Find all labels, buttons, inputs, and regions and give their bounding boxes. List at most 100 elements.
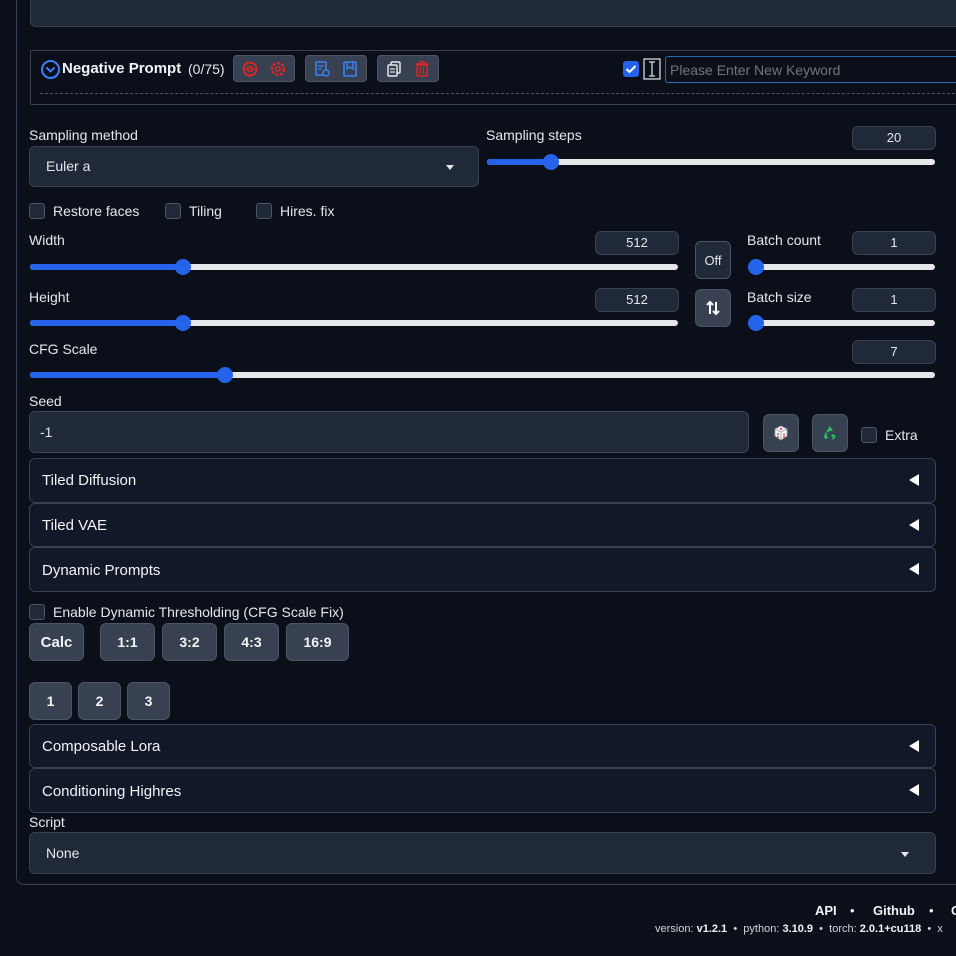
keyword-input[interactable] [665, 56, 956, 83]
width-slider[interactable] [30, 259, 678, 275]
footer-separator: • [819, 923, 824, 935]
chevron-down-icon [446, 165, 454, 170]
accordion-title: Dynamic Prompts [42, 562, 161, 579]
cfg-scale-number[interactable]: 7 [852, 340, 936, 364]
python-value: 3.10.9 [782, 923, 814, 935]
slider-thumb[interactable] [175, 315, 191, 331]
height-slider[interactable] [30, 315, 678, 331]
batch-count-slider[interactable] [748, 259, 935, 275]
footer-separator: • [850, 903, 855, 918]
document-settings-icon[interactable] [310, 58, 334, 80]
keyword-enable-checkbox[interactable] [623, 61, 639, 77]
prompt-button-group-clipboard [377, 55, 439, 82]
reuse-seed-button[interactable] [812, 414, 848, 452]
accordion-title: Tiled Diffusion [42, 472, 137, 489]
composable-lora-accordion[interactable]: Composable Lora [29, 724, 936, 768]
dynamic-thresholding-label: Enable Dynamic Thresholding (CFG Scale F… [53, 604, 344, 620]
settings-gear-icon[interactable] [266, 58, 290, 80]
tiling-label: Tiling [189, 203, 222, 219]
collapse-chevron-icon[interactable] [41, 60, 60, 79]
version-info: version: v1.2.1 • python: 3.10.9 • torch… [655, 923, 943, 935]
dice-icon [774, 425, 788, 441]
footer-link-api[interactable]: API [815, 903, 837, 918]
width-number[interactable]: 512 [595, 231, 679, 255]
footer-separator: • [929, 903, 934, 918]
script-value: None [46, 845, 80, 861]
calc-button[interactable]: Calc [29, 623, 84, 661]
conditioning-highres-accordion[interactable]: Conditioning Highres [29, 768, 936, 813]
token-counter: (0/75) [188, 61, 225, 77]
footer-link-github[interactable]: Github [873, 903, 915, 918]
footer-link-truncated[interactable]: G [951, 903, 956, 918]
footer-separator: • [927, 923, 932, 935]
script-select[interactable]: None [29, 832, 936, 874]
seed-input[interactable]: -1 [29, 411, 749, 453]
slider-thumb[interactable] [748, 259, 764, 275]
cfg-scale-slider[interactable] [30, 367, 935, 383]
dynamic-thresholding-checkbox[interactable] [29, 604, 45, 620]
sampling-steps-label: Sampling steps [486, 127, 582, 143]
accordion-title: Conditioning Highres [42, 783, 182, 800]
batch-size-number[interactable]: 1 [852, 288, 936, 312]
collapse-triangle-icon [909, 474, 919, 486]
prompt-button-group-blue [305, 55, 367, 82]
negative-prompt-divider [40, 93, 956, 94]
slider-thumb[interactable] [543, 154, 559, 170]
footer-trailing-text: x [937, 923, 943, 935]
collapse-triangle-icon [909, 740, 919, 752]
preset-1-button[interactable]: 1 [29, 682, 72, 720]
aspect-lock-button[interactable]: Off [695, 241, 731, 279]
sampling-method-value: Euler a [46, 158, 91, 174]
ratio-3-2-button[interactable]: 3:2 [162, 623, 217, 661]
width-label: Width [29, 232, 65, 248]
python-label: python: [743, 923, 780, 935]
restore-faces-checkbox[interactable] [29, 203, 45, 219]
ratio-4-3-button[interactable]: 4:3 [224, 623, 279, 661]
seed-value: -1 [40, 424, 53, 440]
ratio-1-1-button[interactable]: 1:1 [100, 623, 155, 661]
recycle-icon [824, 426, 836, 440]
gear-icon[interactable] [238, 58, 262, 80]
slider-thumb[interactable] [748, 315, 764, 331]
hires-fix-checkbox[interactable] [256, 203, 272, 219]
sampling-steps-number[interactable]: 20 [852, 126, 936, 150]
preset-3-button[interactable]: 3 [127, 682, 170, 720]
random-seed-button[interactable] [763, 414, 799, 452]
collapse-triangle-icon [909, 563, 919, 575]
prompt-button-group-red [233, 55, 295, 82]
extra-seed-checkbox[interactable] [861, 427, 877, 443]
batch-count-label: Batch count [747, 232, 821, 248]
script-label: Script [29, 814, 65, 830]
tiled-vae-accordion[interactable]: Tiled VAE [29, 503, 936, 547]
batch-size-slider[interactable] [748, 315, 935, 331]
footer-separator: • [733, 923, 738, 935]
collapse-triangle-icon [909, 784, 919, 796]
slider-thumb[interactable] [175, 259, 191, 275]
swap-arrows-icon [706, 300, 720, 316]
hires-fix-label: Hires. fix [280, 203, 335, 219]
copy-icon[interactable] [382, 58, 406, 80]
version-label: version: [655, 923, 694, 935]
preset-2-button[interactable]: 2 [78, 682, 121, 720]
dynamic-prompts-accordion[interactable]: Dynamic Prompts [29, 547, 936, 592]
swap-dimensions-button[interactable] [695, 289, 731, 327]
seed-label: Seed [29, 393, 62, 409]
sampling-steps-slider[interactable] [487, 154, 935, 170]
batch-size-label: Batch size [747, 289, 812, 305]
off-label: Off [704, 252, 722, 268]
negative-prompt-title: Negative Prompt [62, 60, 182, 77]
chevron-down-icon [901, 852, 909, 857]
slider-thumb[interactable] [217, 367, 233, 383]
bookmark-icon[interactable] [338, 58, 362, 80]
sampling-method-select[interactable]: Euler a [29, 146, 479, 187]
trash-icon[interactable] [410, 58, 434, 80]
prompt-textarea[interactable] [30, 0, 956, 27]
height-number[interactable]: 512 [595, 288, 679, 312]
ratio-16-9-button[interactable]: 16:9 [286, 623, 349, 661]
collapse-triangle-icon [909, 519, 919, 531]
tiled-diffusion-accordion[interactable]: Tiled Diffusion [29, 458, 936, 503]
accordion-title: Composable Lora [42, 738, 161, 755]
batch-count-number[interactable]: 1 [852, 231, 936, 255]
sampling-method-label: Sampling method [29, 127, 138, 143]
tiling-checkbox[interactable] [165, 203, 181, 219]
